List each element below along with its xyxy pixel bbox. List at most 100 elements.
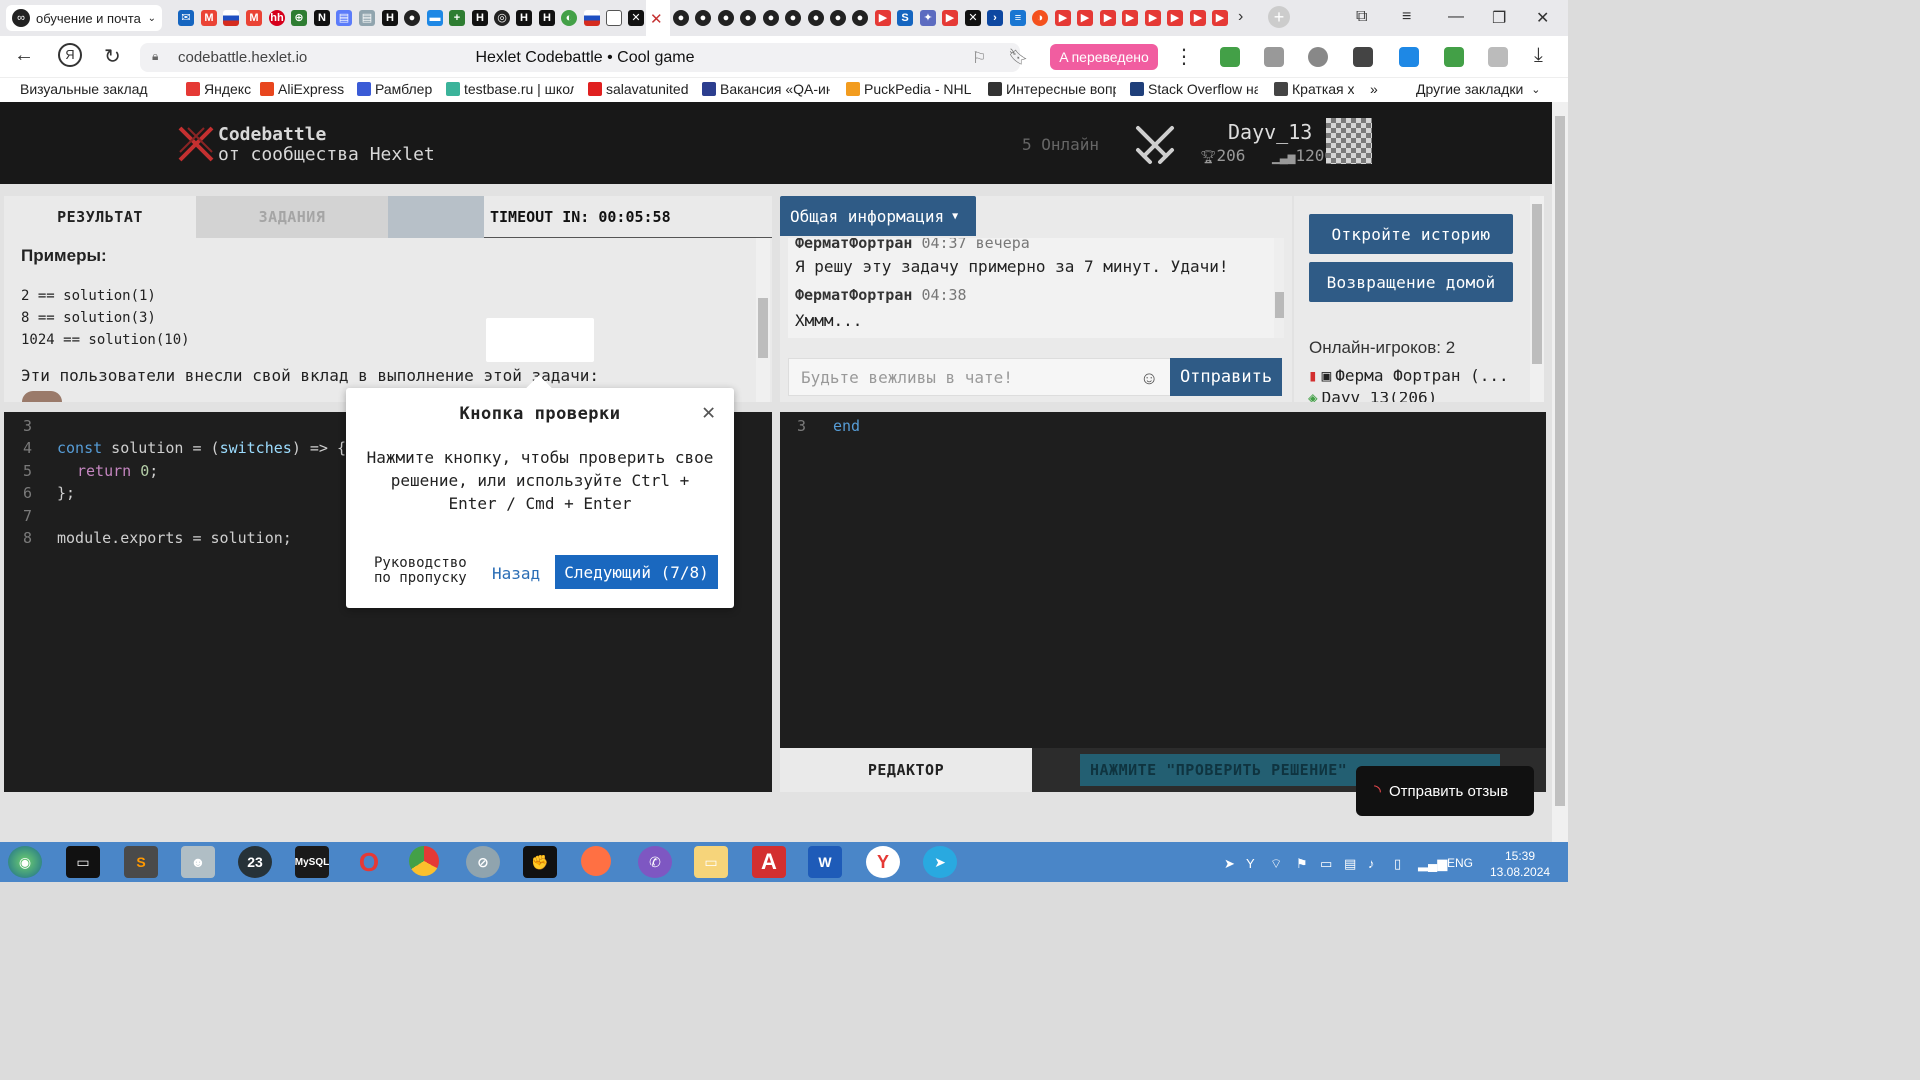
- bookmarks-more-button[interactable]: »: [1370, 81, 1378, 97]
- globe-tab-icon[interactable]: ◎: [494, 10, 510, 26]
- bookmark-visual[interactable]: Визуальные заклад: [20, 81, 170, 97]
- player-item[interactable]: ◈ Dayv_13(206): [1308, 392, 1437, 402]
- back-button[interactable]: Назад: [492, 564, 540, 583]
- github-tab-icon[interactable]: ●: [695, 10, 711, 26]
- chrome-app-icon[interactable]: [409, 846, 439, 876]
- menu-icon[interactable]: ≡: [1402, 8, 1411, 26]
- github-tab-icon[interactable]: ●: [718, 10, 734, 26]
- start-button[interactable]: ◉: [8, 846, 42, 878]
- doc-tab-icon[interactable]: ▤: [336, 10, 352, 26]
- shield-ext-icon[interactable]: [1353, 47, 1373, 67]
- hexlet-tab-icon[interactable]: H: [472, 10, 488, 26]
- github-tab-icon[interactable]: ●: [785, 10, 801, 26]
- page-scrollbar[interactable]: [1552, 102, 1568, 842]
- chat-input[interactable]: Будьте вежливы в чате!: [788, 358, 1172, 396]
- github-tab-icon[interactable]: ●: [830, 10, 846, 26]
- battery-tray-icon[interactable]: ▯: [1394, 856, 1401, 872]
- wifi-tray-icon[interactable]: ⌔: [1270, 856, 1282, 872]
- crossed-swords-icon[interactable]: [1132, 122, 1178, 168]
- sidebar-scrollbar[interactable]: [1530, 196, 1544, 402]
- bookmark-puckpedia[interactable]: PuckPedia - NHL S: [846, 81, 972, 97]
- youtube-tab-icon[interactable]: ▶: [1077, 10, 1093, 26]
- scrollbar-thumb[interactable]: [1532, 204, 1542, 364]
- app-tab-icon[interactable]: ⊕: [291, 10, 307, 26]
- github-tab-icon[interactable]: ●: [404, 10, 420, 26]
- youtube-tab-icon[interactable]: ▶: [1100, 10, 1116, 26]
- scrollbar-thumb[interactable]: [1555, 116, 1565, 806]
- github-tab-icon[interactable]: ●: [763, 10, 779, 26]
- task-panel-scrollbar[interactable]: [756, 238, 770, 402]
- x-tab-icon[interactable]: ✕: [965, 10, 981, 26]
- plus-tab-icon[interactable]: +: [449, 10, 465, 26]
- acrobat-app-icon[interactable]: A: [752, 846, 786, 878]
- youtube-tab-icon[interactable]: ▶: [1212, 10, 1228, 26]
- hh-tab-icon[interactable]: hh: [269, 10, 285, 26]
- globe-ext-icon[interactable]: [1308, 47, 1328, 67]
- youtube-tab-icon[interactable]: ▶: [1145, 10, 1161, 26]
- back-button[interactable]: ←: [14, 44, 34, 67]
- hexlet-tab-icon[interactable]: H: [539, 10, 555, 26]
- avatar[interactable]: [1326, 118, 1372, 164]
- mysql-app-icon[interactable]: MySQL: [295, 846, 329, 878]
- db-tab-icon[interactable]: ≡: [1010, 10, 1026, 26]
- translate-ext-icon[interactable]: [1399, 47, 1419, 67]
- collections-icon[interactable]: ⧉: [1356, 8, 1367, 26]
- puzzle-ext-icon[interactable]: [1488, 47, 1508, 67]
- bookmark-yandex[interactable]: Яндекс: [186, 81, 251, 97]
- calendar-app-icon[interactable]: 23: [238, 846, 272, 878]
- youtube-tab-icon[interactable]: ▶: [1190, 10, 1206, 26]
- mail-tab-icon[interactable]: ✉: [178, 10, 194, 26]
- minimize-button[interactable]: —: [1448, 8, 1464, 26]
- other-bookmarks[interactable]: Другие закладки ⌄: [1416, 81, 1541, 97]
- terminal-tab-icon[interactable]: ›: [987, 10, 1003, 26]
- app-tab-icon[interactable]: S: [897, 10, 913, 26]
- youtube-tab-icon[interactable]: ▶: [1167, 10, 1183, 26]
- opera-app-icon[interactable]: O: [352, 846, 386, 878]
- x-tab-icon[interactable]: ✕: [628, 10, 644, 26]
- active-tab[interactable]: ✕: [646, 0, 670, 36]
- viber-app-icon[interactable]: ✆: [638, 846, 672, 878]
- close-icon[interactable]: ✕: [702, 400, 715, 425]
- new-tab-button[interactable]: +: [1268, 6, 1290, 28]
- yandex-button[interactable]: Я: [58, 43, 82, 67]
- bookmark-stackoverflow[interactable]: Stack Overflow на: [1130, 81, 1258, 97]
- github-tab-icon[interactable]: ●: [852, 10, 868, 26]
- reload-button[interactable]: ↻: [104, 44, 121, 69]
- sublime-app-icon[interactable]: S: [124, 846, 158, 878]
- hexlet-tab-icon[interactable]: H: [516, 10, 532, 26]
- volume-tray-icon[interactable]: ♪: [1368, 856, 1375, 871]
- download-ext-icon[interactable]: [1220, 47, 1240, 67]
- restore-button[interactable]: ❐: [1492, 8, 1506, 28]
- telegram-tray-icon[interactable]: ➤: [1224, 856, 1235, 872]
- app-icon[interactable]: ✊: [523, 846, 557, 878]
- app-tab-icon[interactable]: ◑: [1032, 10, 1048, 26]
- tool-ext-icon[interactable]: [1264, 47, 1284, 67]
- general-info-dropdown[interactable]: Общая информация ▼: [780, 196, 976, 236]
- youtube-tab-icon[interactable]: ▶: [1055, 10, 1071, 26]
- telegram-app-icon[interactable]: ➤: [923, 846, 957, 878]
- feedback-button[interactable]: ◝ Отправить отзыв: [1356, 766, 1534, 816]
- app-tab-icon[interactable]: ✦: [920, 10, 936, 26]
- page-tab-icon[interactable]: [606, 10, 622, 26]
- firefox-app-icon[interactable]: [581, 846, 611, 876]
- gmail-tab-icon[interactable]: M: [201, 10, 217, 26]
- yandex-browser-app-icon[interactable]: Y: [866, 846, 900, 878]
- emoji-icon[interactable]: ☺: [1140, 368, 1158, 389]
- flag-tray-icon[interactable]: ⚑: [1296, 856, 1308, 872]
- username[interactable]: Dayv_13: [1228, 120, 1312, 144]
- go-home-button[interactable]: Возвращение домой: [1309, 262, 1513, 302]
- tab-editor[interactable]: РЕДАКТОР: [780, 748, 1032, 792]
- translated-badge[interactable]: A переведено: [1050, 44, 1158, 70]
- downloads-icon[interactable]: ⤓: [1534, 44, 1543, 67]
- doc-tab-icon[interactable]: ▤: [359, 10, 375, 26]
- skip-tour-button[interactable]: Руководство по пропуску: [374, 556, 478, 586]
- notion-tab-icon[interactable]: N: [314, 10, 330, 26]
- display-tray-icon[interactable]: ▭: [1320, 856, 1332, 872]
- github-tab-icon[interactable]: ●: [740, 10, 756, 26]
- bookmark-testbase[interactable]: testbase.ru | школ: [446, 81, 574, 97]
- github-tab-icon[interactable]: ●: [808, 10, 824, 26]
- language-indicator[interactable]: ENG: [1447, 856, 1473, 870]
- github-tab-icon[interactable]: ●: [673, 10, 689, 26]
- tab-tasks[interactable]: ЗАДАНИЯ: [196, 196, 388, 238]
- bookmark-icon[interactable]: 🔖︎: [1008, 47, 1028, 67]
